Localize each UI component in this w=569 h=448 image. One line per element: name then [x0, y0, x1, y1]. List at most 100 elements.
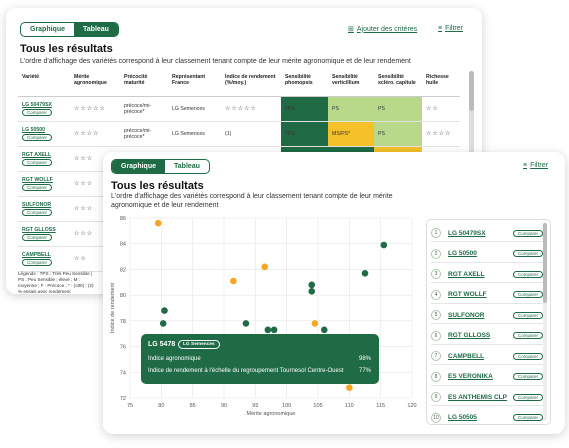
col-header[interactable]: Richesse huile	[422, 71, 460, 97]
tooltip-variety: LG 5478	[148, 341, 176, 348]
col-header[interactable]: Sensibilité scléro. capitule	[374, 71, 422, 97]
rank-number: 3	[431, 269, 441, 279]
variety-link[interactable]: LG 50479SX	[22, 102, 66, 108]
list-item: 6 RGT GLLOSS Comparer	[431, 328, 543, 345]
x-tick-label: 75	[127, 403, 133, 409]
y-axis-label: Indice de rendement	[110, 282, 116, 333]
compare-button[interactable]: Comparer	[512, 373, 543, 380]
data-point	[320, 326, 328, 334]
compare-button[interactable]: Comparer	[22, 158, 53, 166]
rank-number: 5	[431, 310, 441, 320]
page-subtitle: L'ordre d'affichage des variétés corresp…	[111, 193, 393, 209]
graph-view-card: Graphique Tableau ≡ Filtrer Tous les rés…	[103, 152, 565, 434]
compare-button[interactable]: Comparer	[512, 250, 543, 257]
tooltip-agro-value: 98%	[358, 356, 371, 362]
x-tick-label: 80	[158, 403, 164, 409]
data-point	[308, 281, 316, 289]
maturity-cell: précoce/mi-précoce*	[120, 121, 168, 147]
tooltip-yield-label: Indice de rendement à l'échelle du regro…	[148, 368, 344, 374]
view-toggle: Graphique Tableau	[111, 159, 210, 174]
compare-button[interactable]: Comparer	[22, 108, 53, 116]
variety-link[interactable]: RGT GLLOSS	[22, 227, 66, 233]
variety-link[interactable]: LG 50500	[448, 250, 513, 257]
col-header[interactable]: Précocité maturité	[120, 71, 168, 97]
compare-button[interactable]: Comparer	[512, 311, 543, 319]
variety-link[interactable]: RGT WOLLF	[448, 291, 513, 298]
add-criteria-link[interactable]: ⊞ Ajouter des critères	[348, 25, 417, 34]
variety-link[interactable]: RGT GLLOSS	[448, 332, 513, 339]
compare-button[interactable]: Comparer	[22, 258, 53, 266]
variety-link[interactable]: ES ANTHEMIS CLP	[448, 394, 513, 401]
compare-button[interactable]: Comparer	[512, 229, 543, 237]
col-header[interactable]: Indice de rendement (%/moy.)	[221, 71, 281, 97]
variety-link[interactable]: ES VERONIKA	[448, 373, 513, 380]
data-point	[264, 326, 272, 334]
view-toggle: Graphique Tableau	[20, 22, 119, 37]
variety-link[interactable]: RGT WOLLF	[22, 177, 66, 183]
rank-number: 4	[431, 289, 441, 300]
table-tab[interactable]: Tableau	[165, 160, 209, 173]
compare-button[interactable]: Comparer	[512, 414, 543, 421]
list-item: 8 ES VERONIKA Comparer	[431, 369, 543, 386]
variety-link[interactable]: LG 50500	[22, 127, 66, 133]
oil-cell: ☆☆	[422, 96, 460, 122]
data-point	[311, 320, 319, 327]
col-header[interactable]: Représentant France	[168, 71, 221, 97]
list-item: 2 LG 50500 Comparer	[431, 246, 543, 263]
filter-link[interactable]: ≡ Filtrer	[523, 162, 548, 169]
filter-link[interactable]: ≡ Filtrer	[438, 25, 463, 32]
y-tick-label: 76	[120, 345, 126, 351]
graph-tab[interactable]: Graphique	[112, 160, 166, 173]
variety-link[interactable]: CAMPBELL	[448, 353, 513, 360]
variety-link[interactable]: RGT AXELL	[448, 271, 513, 278]
table-tab[interactable]: Tableau	[74, 23, 118, 36]
x-tick-label: 85	[190, 403, 196, 409]
col-header[interactable]: Sensibilité phomopsis	[281, 71, 328, 97]
variety-link[interactable]: CAMPBELL	[22, 252, 66, 258]
table-legend: Légende : TPS : Très Peu Sensible | PS :…	[18, 271, 94, 294]
page-subtitle: L'ordre d'affichage des variétés corresp…	[20, 58, 411, 65]
compare-button[interactable]: Comparer	[22, 233, 53, 241]
compare-button[interactable]: Comparer	[512, 332, 543, 339]
y-tick-label: 74	[120, 370, 126, 376]
variety-link[interactable]: SULFONOR	[448, 312, 513, 319]
data-point	[380, 241, 388, 249]
representative-cell: LG Semences	[168, 121, 221, 147]
merit-stars: ☆☆☆☆☆	[70, 96, 120, 122]
compare-button[interactable]: Comparer	[512, 393, 543, 401]
compare-button[interactable]: Comparer	[22, 183, 53, 191]
variety-link[interactable]: SULFONOR	[22, 202, 66, 208]
point-tooltip: LG 5478 LG Semences Indice agronomique 9…	[141, 334, 379, 384]
merit-stars: ☆☆☆☆	[70, 121, 120, 147]
y-tick-label: 82	[120, 267, 126, 273]
phomopsis-cell: TPS	[281, 121, 328, 147]
page-title: Tous les résultats	[20, 43, 113, 55]
verticillium-cell: PS	[328, 96, 374, 122]
compare-button[interactable]: Comparer	[512, 270, 543, 278]
maturity-cell: précoce/mi-précoce*	[120, 96, 168, 122]
variety-link[interactable]: LG 50479SX	[448, 230, 513, 237]
data-point	[308, 287, 316, 295]
compare-button[interactable]: Comparer	[512, 352, 543, 360]
data-point	[230, 277, 237, 285]
verticillium-cell: MS/PS*	[328, 121, 374, 147]
compare-button[interactable]: Comparer	[22, 133, 53, 141]
data-point	[261, 263, 269, 271]
x-axis-label: Mérite agronomique	[247, 411, 296, 417]
rank-number: 1	[431, 228, 441, 238]
data-point	[361, 269, 369, 277]
compare-button[interactable]: Comparer	[22, 208, 53, 216]
variety-link[interactable]: LG 50505	[448, 414, 513, 421]
data-point	[154, 219, 162, 227]
col-header[interactable]: Mérite agronomique	[70, 71, 120, 97]
compare-button[interactable]: Comparer	[512, 291, 543, 298]
yield-cell: ☆☆☆☆☆	[221, 96, 281, 122]
col-header[interactable]: Variété	[18, 71, 70, 97]
x-tick-label: 90	[221, 403, 227, 409]
tooltip-agro-label: Indice agronomique	[148, 356, 201, 362]
variety-link[interactable]: RGT AXELL	[22, 152, 66, 158]
col-header[interactable]: Sensibilité verticillium	[328, 71, 374, 97]
list-item: 4 RGT WOLLF Comparer	[431, 287, 543, 304]
list-scrollbar[interactable]	[543, 223, 547, 421]
graph-tab[interactable]: Graphique	[21, 23, 74, 36]
